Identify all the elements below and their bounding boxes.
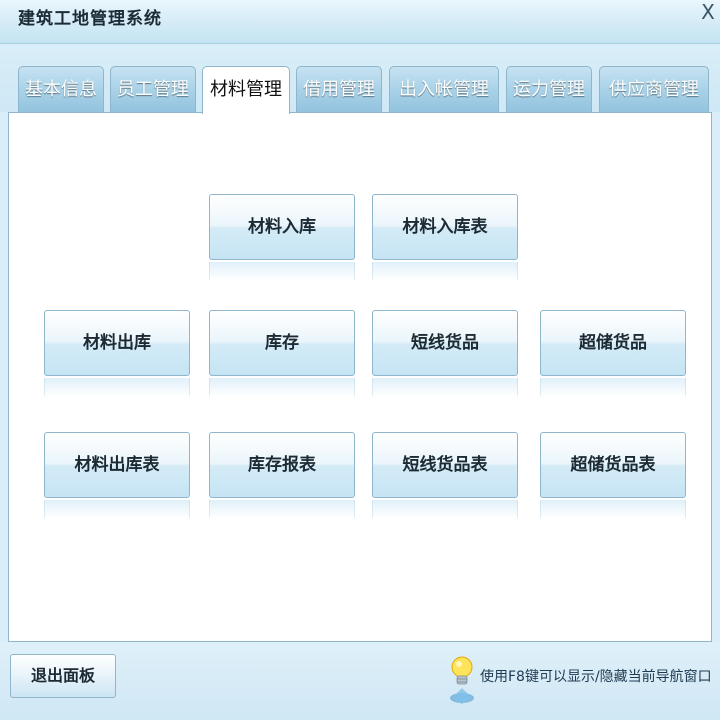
button-reflection bbox=[44, 378, 190, 396]
button-reflection bbox=[372, 500, 518, 518]
tab-bar: 基本信息 员工管理 材料管理 借用管理 出入帐管理 运力管理 供应商管理 bbox=[0, 44, 720, 114]
button-reflection bbox=[209, 262, 355, 280]
navigation-hint: 使用F8键可以显示/隐藏当前导航窗口 bbox=[448, 654, 720, 706]
overstock-goods-button[interactable]: 超储货品 bbox=[540, 310, 686, 376]
exit-panel-button[interactable]: 退出面板 bbox=[10, 654, 116, 698]
button-reflection bbox=[372, 378, 518, 396]
material-inbound-button[interactable]: 材料入库 bbox=[209, 194, 355, 260]
tab-borrow-management[interactable]: 借用管理 bbox=[296, 66, 382, 112]
close-button[interactable]: X bbox=[696, 0, 720, 24]
tab-staff-management[interactable]: 员工管理 bbox=[110, 66, 196, 112]
inventory-button[interactable]: 库存 bbox=[209, 310, 355, 376]
footer-bar: 退出面板 使用F8键可以显示/隐藏当前导航窗口 bbox=[0, 642, 720, 720]
button-reflection bbox=[44, 500, 190, 518]
tab-supplier-management[interactable]: 供应商管理 bbox=[599, 66, 709, 112]
button-reflection bbox=[372, 262, 518, 280]
window-title: 建筑工地管理系统 bbox=[18, 9, 162, 29]
material-outbound-report-button[interactable]: 材料出库表 bbox=[44, 432, 190, 498]
tab-accounts-management[interactable]: 出入帐管理 bbox=[389, 66, 499, 112]
button-reflection bbox=[209, 378, 355, 396]
button-reflection bbox=[540, 500, 686, 518]
title-bar: 建筑工地管理系统 X bbox=[0, 0, 720, 44]
tab-material-management[interactable]: 材料管理 bbox=[202, 66, 290, 114]
shortage-goods-report-button[interactable]: 短线货品表 bbox=[372, 432, 518, 498]
overstock-goods-report-button[interactable]: 超储货品表 bbox=[540, 432, 686, 498]
material-panel bbox=[8, 112, 712, 642]
shortage-goods-button[interactable]: 短线货品 bbox=[372, 310, 518, 376]
button-reflection bbox=[209, 500, 355, 518]
tab-basic-info[interactable]: 基本信息 bbox=[18, 66, 104, 112]
lightbulb-icon bbox=[450, 656, 474, 704]
button-reflection bbox=[540, 378, 686, 396]
material-inbound-report-button[interactable]: 材料入库表 bbox=[372, 194, 518, 260]
tab-transport-management[interactable]: 运力管理 bbox=[506, 66, 592, 112]
inventory-report-button[interactable]: 库存报表 bbox=[209, 432, 355, 498]
hint-text: 使用F8键可以显示/隐藏当前导航窗口 bbox=[480, 669, 712, 685]
material-outbound-button[interactable]: 材料出库 bbox=[44, 310, 190, 376]
